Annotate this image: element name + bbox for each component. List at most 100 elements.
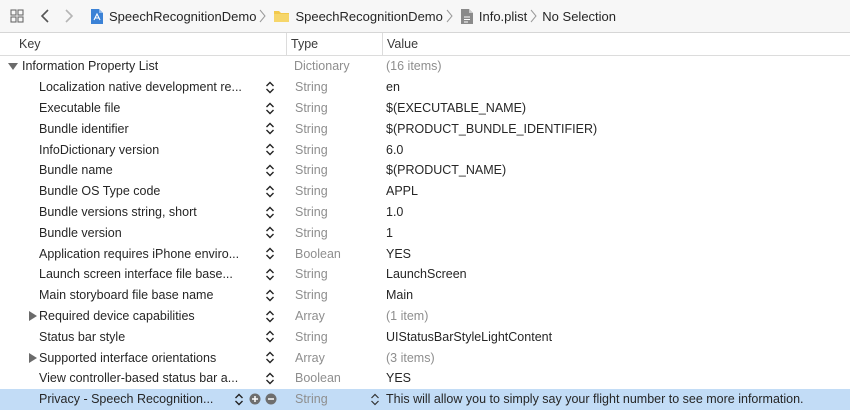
plist-row[interactable]: Status bar style String UIStatusBarStyle… [0, 326, 850, 347]
row-type: Array [295, 350, 325, 365]
row-type: String [295, 121, 328, 136]
row-value[interactable]: APPL [383, 181, 418, 202]
plist-row[interactable]: Bundle OS Type code String APPL [0, 181, 850, 202]
row-value[interactable]: en [383, 77, 400, 98]
plist-row[interactable]: Required device capabilities Array (1 it… [0, 306, 850, 327]
key-stepper-icon[interactable] [265, 351, 275, 364]
breadcrumb-selection-label: No Selection [542, 8, 617, 24]
grid-icon[interactable] [6, 5, 28, 27]
row-value[interactable]: YES [383, 243, 411, 264]
breadcrumb-separator-icon [259, 9, 267, 23]
disclosure-collapsed-icon[interactable] [27, 352, 39, 364]
key-stepper-icon[interactable] [265, 122, 275, 135]
row-type: String [295, 267, 328, 282]
row-value[interactable]: $(PRODUCT_BUNDLE_IDENTIFIER) [383, 118, 597, 139]
row-value[interactable]: LaunchScreen [383, 264, 467, 285]
row-value[interactable]: Main [383, 285, 413, 306]
row-type: Boolean [295, 371, 341, 386]
plist-row[interactable]: Executable file String $(EXECUTABLE_NAME… [0, 98, 850, 119]
row-type: String [295, 163, 328, 178]
row-type: String [295, 80, 328, 95]
key-stepper-icon[interactable] [265, 81, 275, 94]
row-value[interactable]: $(EXECUTABLE_NAME) [383, 98, 526, 119]
back-arrow-icon[interactable] [34, 5, 56, 27]
plist-row-selected[interactable]: Privacy - Speech Recognition... String T… [0, 388, 850, 410]
row-key: Status bar style [39, 329, 126, 344]
row-value[interactable]: 1.0 [383, 202, 403, 223]
row-key: Bundle OS Type code [39, 184, 161, 199]
plist-row[interactable]: Main storyboard file base name String Ma… [0, 285, 850, 306]
disclosure-expanded-icon[interactable] [7, 60, 19, 72]
root-type: Dictionary [294, 59, 350, 74]
jump-bar: SpeechRecognitionDemo SpeechRecognitionD… [0, 0, 850, 33]
column-header-value[interactable]: Value [383, 33, 418, 55]
breadcrumb-project[interactable]: SpeechRecognitionDemo [90, 8, 256, 25]
root-key: Information Property List [22, 59, 159, 74]
column-header-key[interactable]: Key [0, 33, 287, 55]
row-key: View controller-based status bar a... [39, 371, 239, 386]
key-stepper-icon[interactable] [265, 289, 275, 302]
key-stepper-icon[interactable] [265, 330, 275, 343]
type-stepper-icon[interactable] [370, 393, 380, 406]
key-stepper-icon[interactable] [265, 185, 275, 198]
folder-icon [273, 9, 290, 23]
plist-row[interactable]: Localization native development re... St… [0, 77, 850, 98]
plist-row[interactable]: Launch screen interface file base... Str… [0, 264, 850, 285]
plist-row[interactable]: Bundle name String $(PRODUCT_NAME) [0, 160, 850, 181]
key-stepper-icon[interactable] [265, 247, 275, 260]
add-row-icon[interactable] [249, 393, 261, 405]
breadcrumb-file[interactable]: Info.plist [460, 8, 527, 25]
key-stepper-icon[interactable] [265, 372, 275, 385]
row-value[interactable]: 6.0 [383, 139, 403, 160]
column-header-type[interactable]: Type [287, 33, 383, 55]
row-value[interactable]: This will allow you to simply say your f… [383, 389, 804, 410]
row-key: Application requires iPhone enviro... [39, 246, 240, 261]
plist-file-icon [460, 8, 474, 25]
row-value[interactable]: YES [383, 368, 411, 389]
plist-rows: Information Property List Dictionary (16… [0, 56, 850, 410]
key-stepper-icon[interactable] [265, 164, 275, 177]
disclosure-collapsed-icon[interactable] [27, 310, 39, 322]
key-stepper-icon[interactable] [234, 393, 244, 406]
forward-arrow-icon[interactable] [58, 5, 80, 27]
plist-table-header: Key Type Value [0, 33, 850, 56]
key-stepper-icon[interactable] [265, 226, 275, 239]
row-type: String [295, 184, 328, 199]
row-type: String [295, 142, 328, 157]
breadcrumb-selection[interactable]: No Selection [542, 9, 616, 24]
row-key: Executable file [39, 100, 121, 115]
key-stepper-icon[interactable] [265, 206, 275, 219]
row-type: String [295, 225, 328, 240]
plist-row[interactable]: View controller-based status bar a... Bo… [0, 368, 850, 389]
plist-row[interactable]: Bundle versions string, short String 1.0 [0, 202, 850, 223]
project-file-icon [90, 8, 104, 25]
plist-row[interactable]: InfoDictionary version String 6.0 [0, 139, 850, 160]
row-type: Array [295, 308, 325, 323]
root-row[interactable]: Information Property List Dictionary (16… [0, 56, 850, 77]
row-key: Main storyboard file base name [39, 288, 214, 303]
breadcrumb-file-label: Info.plist [478, 8, 528, 24]
row-key: Privacy - Speech Recognition... [39, 392, 214, 407]
key-stepper-icon[interactable] [265, 310, 275, 323]
plist-row[interactable]: Supported interface orientations Array (… [0, 347, 850, 368]
row-value[interactable]: $(PRODUCT_NAME) [383, 160, 506, 181]
row-key: Localization native development re... [39, 80, 242, 95]
plist-row[interactable]: Application requires iPhone enviro... Bo… [0, 243, 850, 264]
key-stepper-icon[interactable] [265, 143, 275, 156]
plist-row[interactable]: Bundle version String 1 [0, 222, 850, 243]
row-type: String [295, 288, 328, 303]
row-key: Bundle versions string, short [39, 204, 197, 219]
plist-row[interactable]: Bundle identifier String $(PRODUCT_BUNDL… [0, 118, 850, 139]
row-key: Bundle version [39, 225, 122, 240]
row-value[interactable]: 1 [383, 222, 393, 243]
key-stepper-icon[interactable] [265, 102, 275, 115]
row-key: InfoDictionary version [39, 142, 160, 157]
row-key: Supported interface orientations [39, 350, 217, 365]
key-stepper-icon[interactable] [265, 268, 275, 281]
breadcrumb-folder[interactable]: SpeechRecognitionDemo [273, 8, 443, 24]
breadcrumb-separator-icon [530, 9, 537, 23]
breadcrumb-folder-label: SpeechRecognitionDemo [295, 8, 443, 24]
row-type: String [295, 329, 328, 344]
remove-row-icon[interactable] [265, 393, 277, 405]
row-value[interactable]: UIStatusBarStyleLightContent [383, 326, 552, 347]
